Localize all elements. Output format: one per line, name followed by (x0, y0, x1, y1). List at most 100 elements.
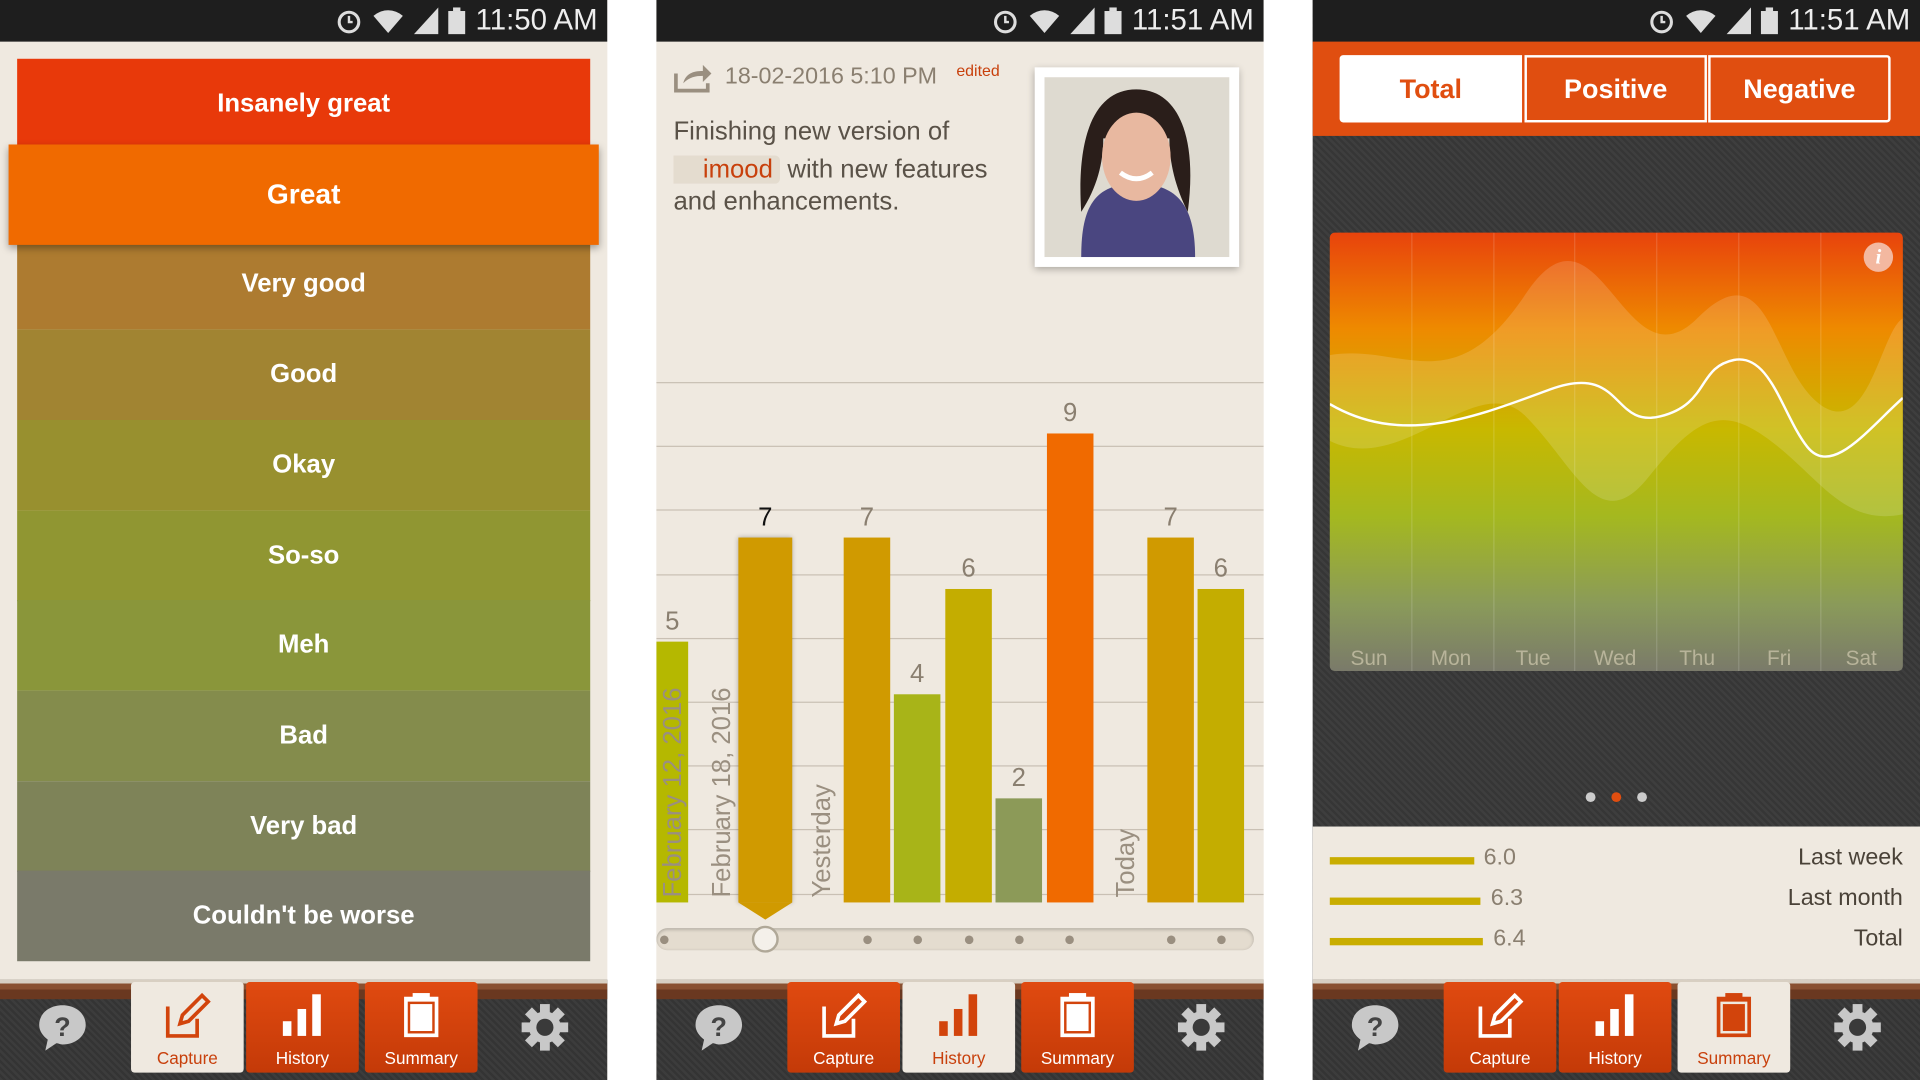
tab-label: Capture (813, 1048, 875, 1068)
help-button[interactable]: ? (37, 1002, 88, 1053)
signal-icon (1726, 7, 1752, 35)
bar-value-label: 7 (859, 503, 875, 532)
bar[interactable] (1197, 589, 1245, 903)
tab-label: Capture (156, 1048, 218, 1068)
bar[interactable] (1147, 537, 1194, 903)
timeline-dot[interactable] (1065, 935, 1074, 945)
bar[interactable] (1046, 432, 1094, 903)
tab-history[interactable]: History (1558, 982, 1672, 1073)
tab-total[interactable]: Total (1339, 55, 1523, 123)
help-button[interactable]: ? (1349, 1002, 1400, 1053)
timeline-dot[interactable] (1217, 935, 1226, 945)
bar-value-label: 5 (665, 607, 680, 636)
timeline-dot[interactable] (660, 935, 669, 945)
wifi-icon (373, 10, 404, 34)
date-axis-label: Today (1111, 828, 1141, 898)
mood-tag[interactable]: imood (673, 155, 781, 184)
mood-option[interactable]: Very bad (17, 780, 591, 872)
status-time: 11:51 AM (1788, 3, 1911, 37)
stat-bar (1329, 897, 1481, 905)
bar[interactable] (893, 693, 941, 903)
page-dot[interactable] (1637, 792, 1647, 803)
selected-bar-pointer (738, 902, 793, 920)
timeline-slider[interactable] (656, 928, 1254, 951)
mood-option[interactable]: Couldn't be worse (17, 870, 591, 962)
timeline-dot[interactable] (863, 935, 872, 945)
status-bar: 11:50 AM (0, 0, 608, 42)
tab-history[interactable]: History (246, 982, 359, 1073)
mood-option[interactable]: Bad (17, 690, 591, 782)
timeline-dot[interactable] (964, 935, 974, 945)
day-label: Fri (1767, 646, 1792, 670)
tab-label: History (932, 1048, 986, 1068)
tab-summary[interactable]: Summary (1677, 982, 1791, 1073)
entry-photo[interactable] (1034, 67, 1240, 267)
svg-text:?: ? (711, 1012, 727, 1042)
capture-icon (1478, 992, 1524, 1038)
battery-icon (1761, 7, 1779, 35)
page-dot[interactable] (1611, 792, 1622, 803)
alarm-icon (994, 10, 1018, 34)
gear-icon (521, 1004, 569, 1051)
tab-positive[interactable]: Positive (1524, 55, 1707, 123)
bar[interactable] (738, 537, 793, 903)
history-screen: 11:51 AM 18-02-2016 5:10 PM edited Finis… (656, 0, 1264, 1080)
tab-summary[interactable]: Summary (364, 982, 478, 1073)
day-label: Sat (1845, 646, 1877, 670)
history-icon (939, 994, 978, 1036)
mood-option[interactable]: Meh (17, 600, 591, 691)
portrait-photo (1044, 77, 1230, 258)
bar-value-label: 7 (1163, 503, 1178, 532)
signal-icon (1070, 7, 1096, 35)
day-label: Mon (1430, 646, 1472, 670)
date-axis-label: February 18, 2016 (707, 687, 736, 898)
settings-button[interactable] (1832, 1002, 1883, 1053)
page-dot[interactable] (1585, 792, 1596, 803)
question-bubble-icon: ? (695, 1005, 743, 1051)
share-icon[interactable] (673, 61, 712, 93)
stat-bar (1329, 857, 1474, 865)
mood-option[interactable]: Insanely great (17, 58, 591, 150)
history-icon (282, 994, 321, 1036)
status-icons (992, 7, 1123, 35)
mood-option[interactable]: Great (8, 144, 599, 245)
bar-value-label: 9 (1063, 398, 1078, 427)
help-button[interactable]: ? (693, 1002, 744, 1053)
question-bubble-icon: ? (1351, 1005, 1399, 1051)
stat-bar (1329, 937, 1484, 946)
mood-option[interactable]: So-so (17, 510, 591, 601)
gridline (656, 445, 1264, 448)
bar[interactable] (995, 798, 1043, 903)
tab-history[interactable]: History (902, 982, 1016, 1073)
bottom-nav: ? Capture History Summary (0, 979, 608, 1080)
bar-value-label: 6 (1213, 555, 1228, 584)
tab-capture[interactable]: Capture (787, 982, 901, 1073)
tab-negative[interactable]: Negative (1708, 55, 1891, 123)
mood-option[interactable]: Okay (17, 419, 591, 511)
timeline-dot[interactable] (1015, 935, 1024, 945)
mood-option[interactable]: Very good (17, 239, 591, 330)
status-bar: 11:51 AM (656, 0, 1264, 42)
tab-capture[interactable]: Capture (131, 982, 244, 1073)
settings-button[interactable] (1176, 1002, 1227, 1053)
settings-button[interactable] (519, 1002, 570, 1053)
gear-icon (1177, 1004, 1225, 1051)
svg-text:?: ? (1367, 1012, 1383, 1042)
history-icon (1595, 994, 1634, 1036)
stat-row: 6.3 Last month (1329, 883, 1903, 920)
tab-label: Summary (1040, 1048, 1115, 1068)
timeline-handle[interactable] (751, 925, 779, 953)
stat-label: Last week (1798, 844, 1903, 871)
bar[interactable] (945, 589, 992, 903)
mood-option[interactable]: Good (17, 329, 591, 421)
wifi-icon (1686, 10, 1716, 34)
capture-icon (165, 992, 211, 1038)
day-label: Thu (1679, 646, 1716, 670)
timeline-dot[interactable] (913, 935, 923, 945)
bar-value-label: 7 (758, 503, 773, 532)
timeline-dot[interactable] (1166, 935, 1176, 945)
tab-capture[interactable]: Capture (1443, 982, 1557, 1073)
tab-summary[interactable]: Summary (1021, 982, 1134, 1073)
bar[interactable] (843, 537, 891, 903)
info-icon[interactable]: i (1863, 242, 1894, 272)
